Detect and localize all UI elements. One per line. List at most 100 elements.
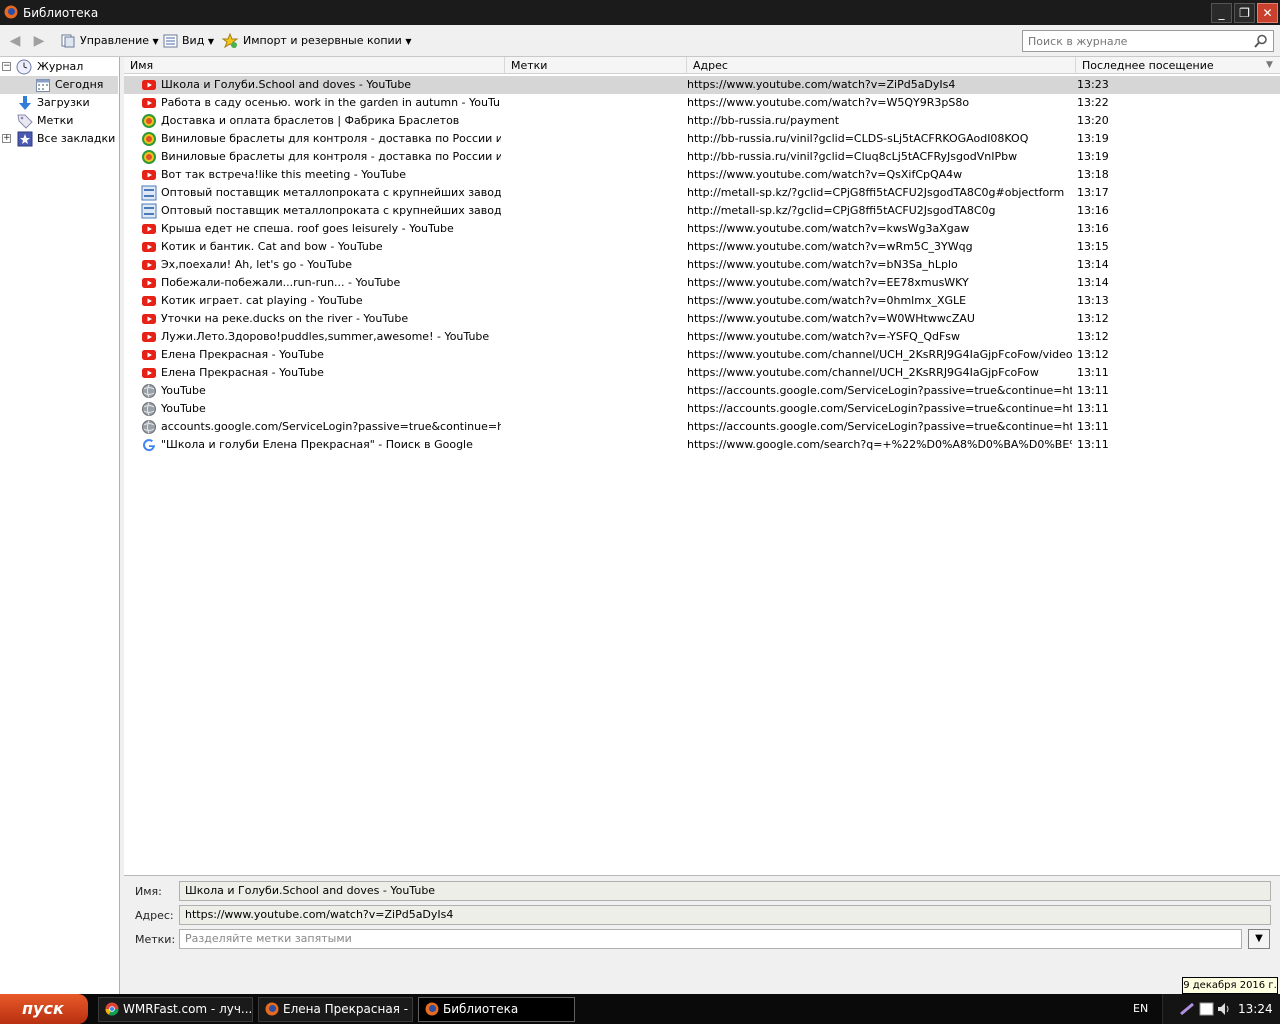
address-field[interactable]: https://www.youtube.com/watch?v=ZiPd5aDy… <box>179 905 1271 925</box>
taskbar-task-library[interactable]: Библиотека <box>418 997 575 1022</box>
table-row[interactable]: accounts.google.com/ServiceLogin?passive… <box>124 418 1280 436</box>
expand-icon[interactable]: + <box>2 134 11 143</box>
volume-tray-icon[interactable] <box>1217 1002 1231 1016</box>
collapse-icon[interactable]: − <box>2 62 11 71</box>
table-row[interactable]: Котик играет. cat playing - YouTube https… <box>124 292 1280 310</box>
row-last-visit: 13:13 <box>1077 294 1109 307</box>
sidebar-item-label: Журнал <box>37 60 84 73</box>
table-row[interactable]: Эх,поехали! Ah, let's go - YouTube https:… <box>124 256 1280 274</box>
table-row[interactable]: Уточки на реке.ducks on the river - YouT… <box>124 310 1280 328</box>
row-last-visit: 13:14 <box>1077 276 1109 289</box>
firefox-icon <box>265 1002 279 1016</box>
name-field[interactable]: Школа и Голуби.School and doves - YouTub… <box>179 881 1271 901</box>
youtube-icon <box>141 293 157 309</box>
dropdown-arrow-icon: ▼ <box>207 37 214 46</box>
close-button[interactable]: ✕ <box>1257 3 1278 23</box>
manage-menu-button[interactable]: Управление ▼ <box>61 33 159 49</box>
table-row[interactable]: Елена Прекрасная - YouTube https://www.yo… <box>124 346 1280 364</box>
table-row[interactable]: Виниловые браслеты для контроля - достав… <box>124 130 1280 148</box>
table-row[interactable]: Вот так встреча!like this meeting - YouT… <box>124 166 1280 184</box>
table-row[interactable]: YouTube https://accounts.google.com/Servi… <box>124 400 1280 418</box>
youtube-icon <box>141 77 157 93</box>
table-row[interactable]: Школа и Голуби.School and doves - YouTub… <box>124 76 1280 94</box>
start-label: пуск <box>22 999 64 1018</box>
google-icon <box>141 437 157 453</box>
table-row[interactable]: Работа в саду осенью. work in the garden… <box>124 94 1280 112</box>
search-input[interactable] <box>1022 30 1274 52</box>
column-header-tags[interactable]: Метки <box>505 57 687 74</box>
table-row[interactable]: Побежали-побежали...run-run... - YouTube… <box>124 274 1280 292</box>
row-address: https://accounts.google.com/ServiceLogin… <box>687 384 1072 397</box>
import-backup-menu-button[interactable]: Импорт и резервные копии ▼ <box>222 33 411 49</box>
row-address: https://accounts.google.com/ServiceLogin… <box>687 420 1072 433</box>
row-last-visit: 13:11 <box>1077 420 1109 433</box>
row-title: Елена Прекрасная - YouTube <box>161 366 324 379</box>
view-menu-button[interactable]: Вид ▼ <box>163 33 214 49</box>
table-row[interactable]: Котик и бантик. Cat and bow - YouTube htt… <box>124 238 1280 256</box>
sidebar-item-history[interactable]: − Журнал <box>0 58 118 76</box>
row-title: Котик играет. cat playing - YouTube <box>161 294 363 307</box>
dropdown-arrow-icon: ▼ <box>152 37 159 46</box>
row-last-visit: 13:11 <box>1077 366 1109 379</box>
row-address: http://bb-russia.ru/vinil?gclid=CLDS-sLj… <box>687 132 1029 145</box>
bracelet-site-icon <box>141 149 157 165</box>
pen-tray-icon[interactable] <box>1179 1002 1195 1016</box>
row-address: https://www.youtube.com/watch?v=W0WHtwwc… <box>687 312 975 325</box>
table-row[interactable]: YouTube https://accounts.google.com/Servi… <box>124 382 1280 400</box>
column-header-name[interactable]: Имя <box>124 57 505 74</box>
row-last-visit: 13:11 <box>1077 384 1109 397</box>
row-address: http://metall-sp.kz/?gclid=CPjG8ffi5tACF… <box>687 204 996 217</box>
row-address: https://www.youtube.com/watch?v=W5QY9R3p… <box>687 96 970 109</box>
toolbar: ◀ ▶ Управление ▼ Вид ▼ Импорт и резервны… <box>0 25 1280 57</box>
row-last-visit: 13:23 <box>1077 78 1109 91</box>
youtube-icon <box>141 347 157 363</box>
minimize-button[interactable]: _ <box>1211 3 1232 23</box>
column-header-address[interactable]: Адрес <box>687 57 1076 74</box>
taskbar-task-elena[interactable]: Елена Прекрасная - ... <box>258 997 413 1022</box>
sidebar-item-downloads[interactable]: Загрузки <box>0 94 118 112</box>
search-icon[interactable] <box>1254 34 1268 48</box>
row-last-visit: 13:19 <box>1077 150 1109 163</box>
column-header-last-visit[interactable]: Последнее посещение <box>1076 57 1266 74</box>
firefox-icon <box>425 1002 439 1016</box>
taskbar-task-wmrfast[interactable]: WMRFast.com - луч... <box>98 997 253 1022</box>
table-row[interactable]: "Школа и голуби Елена Прекрасная" - Поис… <box>124 436 1280 454</box>
row-title: Уточки на реке.ducks on the river - YouT… <box>161 312 409 325</box>
row-address: https://www.youtube.com/watch?v=wRm5C_3Y… <box>687 240 973 253</box>
table-row[interactable]: Виниловые браслеты для контроля - достав… <box>124 148 1280 166</box>
forward-arrow-icon[interactable]: ▶ <box>30 33 48 49</box>
start-button[interactable]: пуск <box>0 994 88 1024</box>
row-title: Лужи.Лето.Здорово!puddles,summer,awesome… <box>161 330 490 343</box>
row-address: https://www.youtube.com/watch?v=EE78xmus… <box>687 276 969 289</box>
sidebar-item-all-bookmarks[interactable]: + Все закладки <box>0 130 118 148</box>
task-label: Библиотека <box>443 1002 519 1016</box>
table-row[interactable]: Оптовый поставщик металлопроката с крупн… <box>124 184 1280 202</box>
sidebar-item-today[interactable]: Сегодня <box>0 76 118 94</box>
table-row[interactable]: Елена Прекрасная - YouTube https://www.yo… <box>124 364 1280 382</box>
back-arrow-icon[interactable]: ◀ <box>6 33 24 49</box>
row-address: https://www.youtube.com/watch?v=0hmlmx_X… <box>687 294 967 307</box>
language-indicator[interactable]: EN <box>1133 1002 1148 1015</box>
sidebar-item-tags[interactable]: Метки <box>0 112 118 130</box>
bookmarks-star-icon <box>17 131 33 147</box>
battery-tray-icon[interactable] <box>1199 1001 1215 1017</box>
window-title: Библиотека <box>23 6 99 20</box>
table-row[interactable]: Оптовый поставщик металлопроката с крупн… <box>124 202 1280 220</box>
restore-button[interactable]: ❐ <box>1234 3 1255 23</box>
row-last-visit: 13:20 <box>1077 114 1109 127</box>
table-row[interactable]: Доставка и оплата браслетов | Фабрика Бр… <box>124 112 1280 130</box>
firefox-icon <box>4 5 18 19</box>
row-address: https://accounts.google.com/ServiceLogin… <box>687 402 1072 415</box>
table-row[interactable]: Лужи.Лето.Здорово!puddles,summer,awesome… <box>124 328 1280 346</box>
name-label: Имя: <box>135 885 162 898</box>
chevron-down-icon: ▼ <box>1255 933 1263 944</box>
globe-icon <box>141 383 157 399</box>
table-row[interactable]: Крыша едет не спеша. roof goes leisurely… <box>124 220 1280 238</box>
tags-dropdown-button[interactable]: ▼ <box>1248 929 1270 949</box>
row-last-visit: 13:16 <box>1077 222 1109 235</box>
column-picker-icon[interactable]: ▼ <box>1266 60 1273 70</box>
row-title: Виниловые браслеты для контроля - достав… <box>161 150 501 163</box>
details-pane: Имя: Школа и Голуби.School and doves - Y… <box>124 875 1280 994</box>
row-title: Оптовый поставщик металлопроката с крупн… <box>161 186 501 199</box>
tags-input[interactable]: Разделяйте метки запятыми <box>179 929 1242 949</box>
